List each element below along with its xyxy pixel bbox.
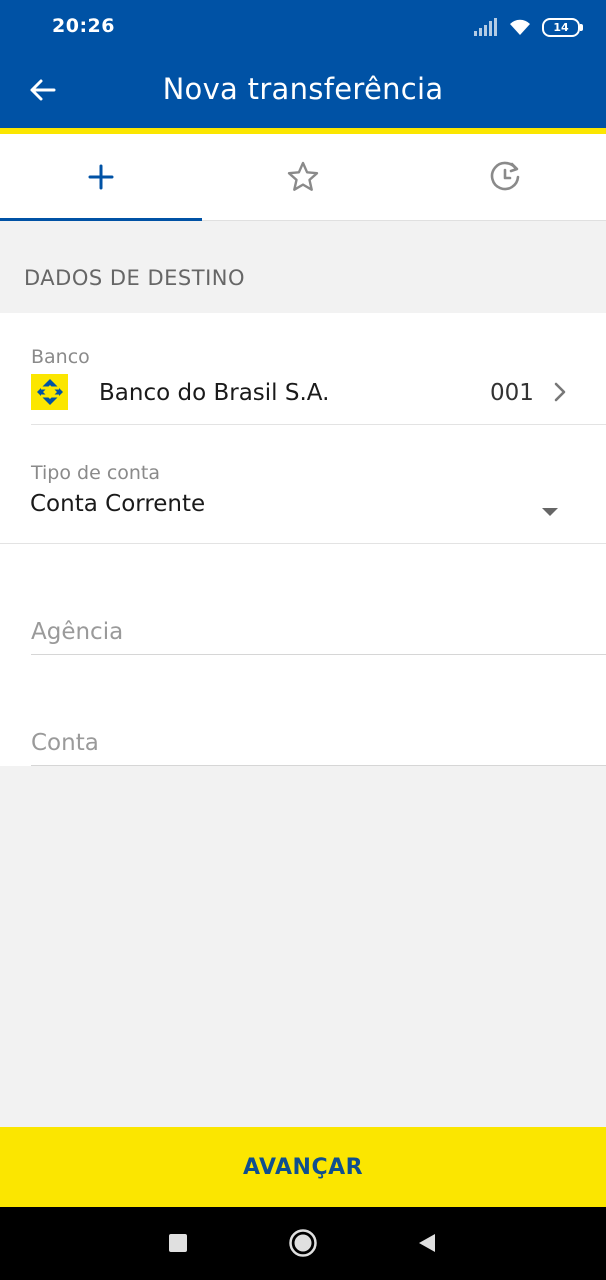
- bank-code: 001: [490, 380, 534, 406]
- battery-level: 14: [553, 20, 569, 34]
- agency-underline: [31, 654, 606, 655]
- account-type-label: Tipo de conta: [31, 462, 161, 484]
- recents-button[interactable]: [160, 1225, 196, 1261]
- page-title: Nova transferência: [162, 72, 444, 106]
- circle-icon: [289, 1229, 317, 1257]
- system-nav-bar: [0, 1207, 606, 1280]
- signal-icon: [474, 18, 497, 36]
- bank-label: Banco: [31, 346, 90, 368]
- back-nav-button[interactable]: [409, 1225, 445, 1261]
- home-button[interactable]: [285, 1225, 321, 1261]
- agency-placeholder: Agência: [31, 619, 124, 645]
- status-time: 20:26: [52, 15, 115, 37]
- bank-selector[interactable]: Banco Banco do Brasil S.A. 001: [0, 313, 606, 425]
- tab-bar: [0, 134, 606, 221]
- bank-name: Banco do Brasil S.A.: [99, 380, 330, 406]
- account-input[interactable]: Conta: [31, 713, 606, 765]
- triangle-back-icon: [419, 1234, 435, 1252]
- section-title: DADOS DE DESTINO: [24, 266, 246, 290]
- app-bar: Nova transferência: [0, 54, 606, 128]
- wifi-icon: [510, 19, 530, 35]
- status-bar: 20:26 14: [0, 0, 606, 54]
- next-button[interactable]: AVANÇAR: [0, 1127, 606, 1207]
- account-placeholder: Conta: [31, 730, 99, 756]
- chevron-right-icon: [554, 382, 566, 402]
- agency-input[interactable]: Agência: [31, 603, 606, 655]
- history-icon: [490, 161, 520, 191]
- status-icons: 14: [474, 16, 583, 38]
- divider: [0, 543, 606, 544]
- account-type-select[interactable]: Tipo de conta Conta Corrente: [0, 425, 606, 543]
- dropdown-arrow-icon: [542, 508, 558, 516]
- account-type-value: Conta Corrente: [30, 491, 206, 517]
- account-underline: [31, 765, 606, 766]
- square-icon: [169, 1234, 187, 1252]
- bank-logo-icon: [36, 379, 63, 405]
- plus-icon: [88, 164, 114, 190]
- tab-new[interactable]: [0, 134, 202, 221]
- tab-favorites[interactable]: [202, 134, 404, 220]
- destination-form: Banco Banco do Brasil S.A. 001 Tipo de c…: [0, 313, 606, 766]
- tab-history[interactable]: [404, 134, 606, 220]
- battery-icon: 14: [542, 17, 583, 37]
- star-icon: [287, 161, 319, 191]
- bank-logo: [31, 374, 68, 410]
